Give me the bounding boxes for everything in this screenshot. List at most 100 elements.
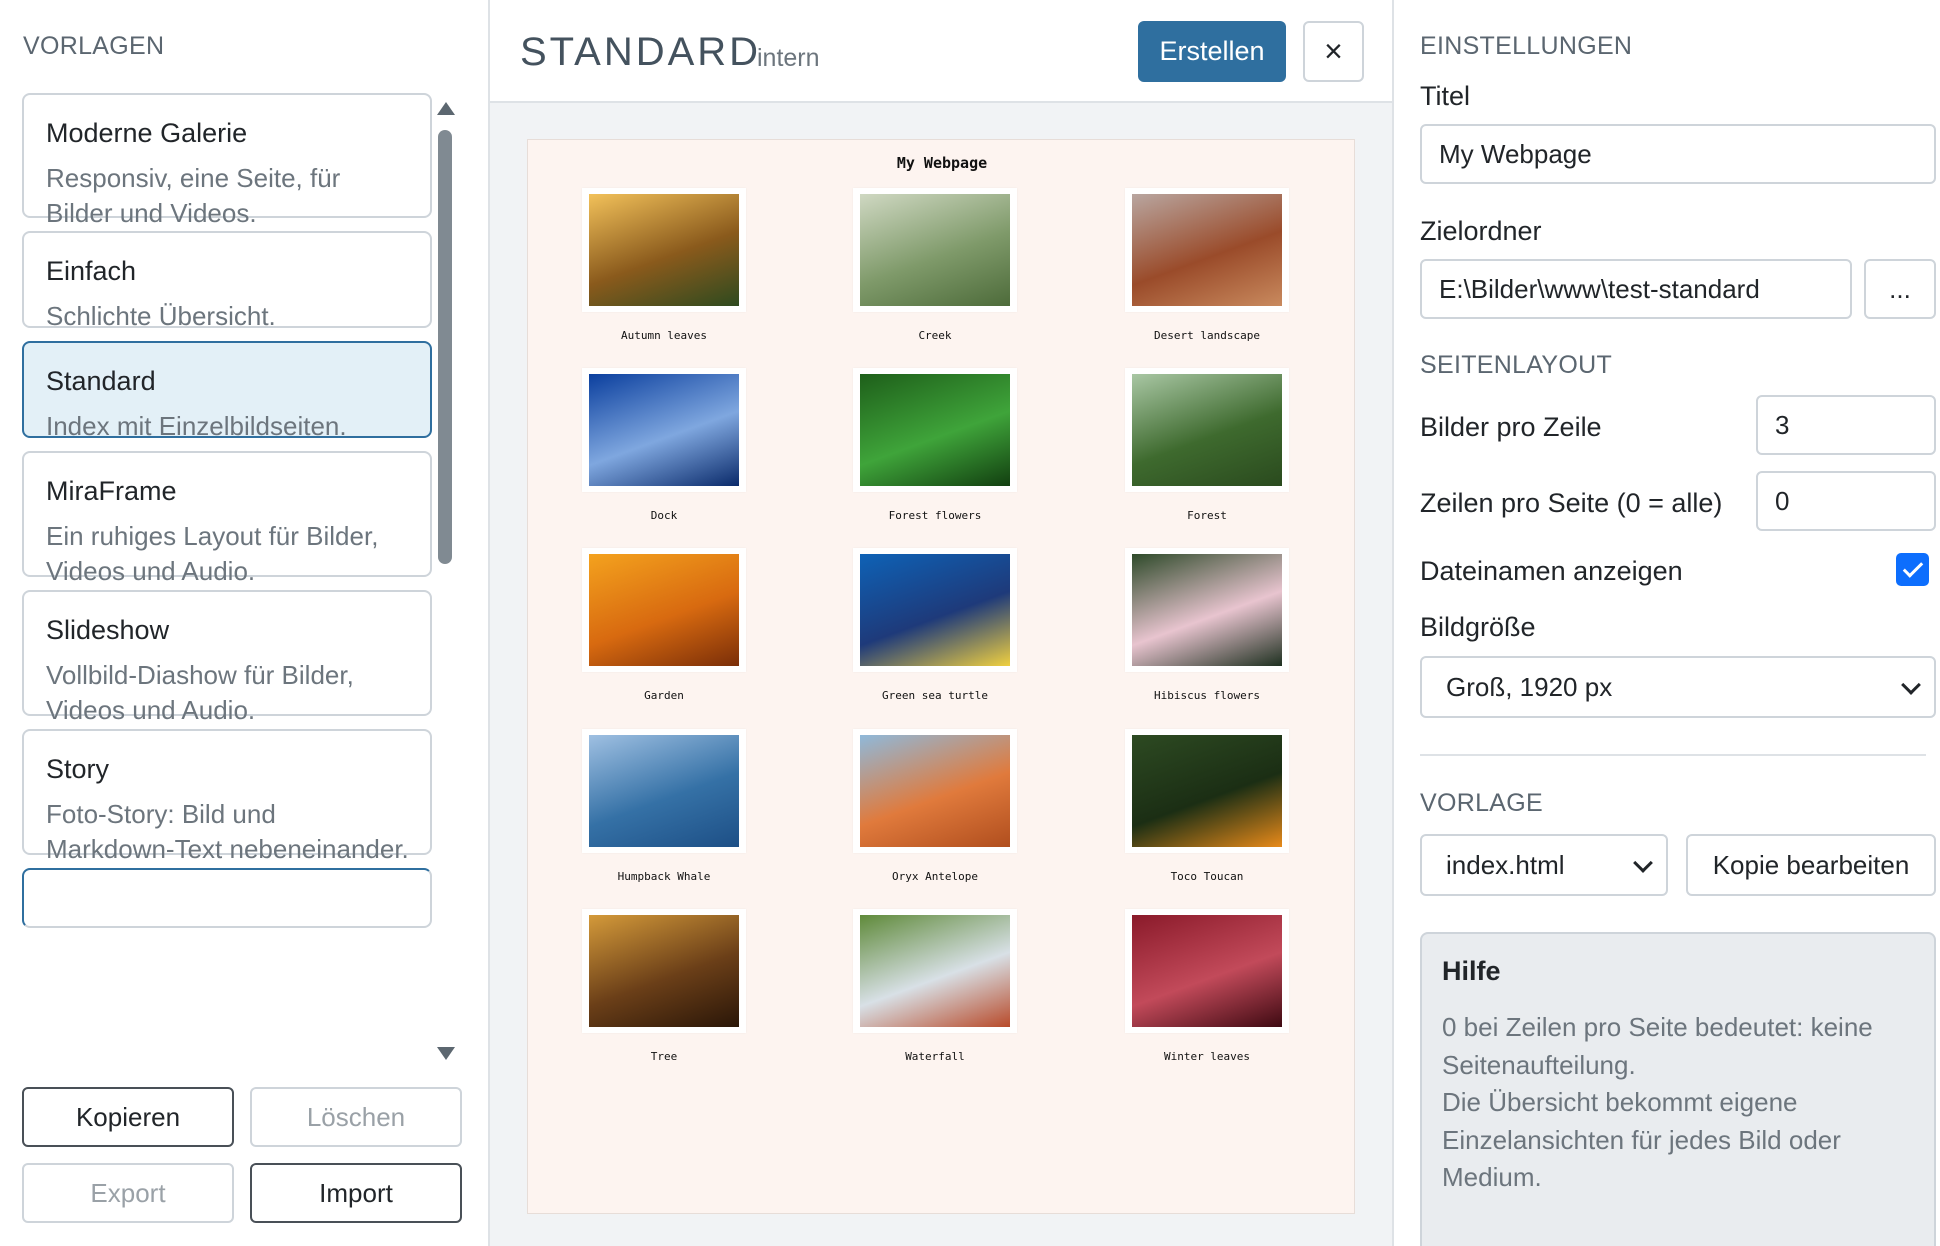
template-name: Story [46,754,110,784]
webpage-preview: My Webpage Autumn leaves Creek Desert land… [527,139,1355,1214]
template-card-story[interactable]: Story Foto-Story: Bild und Markdown-Text… [22,729,432,864]
chevron-down-icon [1901,675,1921,695]
preview-page-title: My Webpage [896,154,988,172]
template-desc: Responsiv, eine Seite, für Bilder und Vi… [46,163,341,228]
help-text: 0 bei Zeilen pro Seite bedeutet: keine S… [1442,1009,1914,1197]
title-input[interactable]: My Webpage [1420,124,1936,184]
gallery-item[interactable]: Desert landscape [1117,188,1297,342]
browse-folder-button[interactable]: ... [1864,259,1936,319]
gallery-caption: Autumn leaves [620,329,708,342]
gallery-item[interactable]: Green sea turtle [845,548,1025,702]
gallery-thumbnail[interactable] [1125,729,1289,853]
gallery-caption: Toco Toucan [1170,870,1244,883]
gallery-caption: Oryx Antelope [891,870,979,883]
help-line-1: 0 bei Zeilen pro Seite bedeutet: keine S… [1442,1012,1873,1192]
gallery-thumbnail[interactable] [582,548,746,672]
thumbnail-image [860,374,1010,486]
scroll-up-icon[interactable] [437,102,455,115]
gallery-caption: Winter leaves [1163,1050,1251,1063]
gallery-caption: Forest flowers [888,509,982,522]
gallery-thumbnail[interactable] [582,368,746,492]
divider [1420,754,1926,756]
templates-heading: VORLAGEN [23,32,165,60]
template-card-einfach[interactable]: Einfach Schlichte Übersicht. [22,231,432,331]
gallery-item[interactable]: Garden [574,548,754,702]
gallery-item[interactable]: Creek [845,188,1025,342]
thumbnail-image [1132,194,1282,306]
gallery-thumbnail[interactable] [582,909,746,1033]
edit-copy-button[interactable]: Kopie bearbeiten [1686,834,1936,896]
gallery-caption: Dock [650,509,678,522]
settings-panel: EINSTELLUNGEN Titel My Webpage Zielordne… [1394,0,1940,1246]
template-file-select[interactable]: index.html [1420,834,1668,896]
gallery-thumbnail[interactable] [853,368,1017,492]
delete-button[interactable]: Löschen [250,1087,462,1147]
thumbnail-image [1132,735,1282,847]
thumbnail-image [1132,554,1282,666]
images-per-row-input[interactable]: 3 [1756,395,1936,455]
thumbnail-image [589,374,739,486]
gallery-thumbnail[interactable] [1125,548,1289,672]
folder-input[interactable]: E:\Bilder\www\test-standard [1420,259,1852,319]
gallery-item[interactable]: Dock [574,368,754,522]
thumbnail-image [860,915,1010,1027]
template-card-moderne-galerie[interactable]: Moderne Galerie Responsiv, eine Seite, f… [22,93,432,228]
thumbnail-image [860,735,1010,847]
template-name: Moderne Galerie [46,118,248,148]
thumbnail-image [1132,374,1282,486]
template-file-value: index.html [1446,849,1565,880]
gallery-caption: Hibiscus flowers [1154,689,1260,702]
gallery-thumbnail[interactable] [1125,909,1289,1033]
gallery-item[interactable]: Humpback Whale [574,729,754,883]
image-size-select[interactable]: Groß, 1920 px [1420,656,1936,718]
gallery-caption: Garden [644,689,684,702]
gallery-thumbnail[interactable] [853,548,1017,672]
template-card-slideshow[interactable]: Slideshow Vollbild-Diashow für Bilder, V… [22,590,432,725]
import-button[interactable]: Import [250,1163,462,1223]
gallery-thumbnail[interactable] [853,188,1017,312]
gallery-item[interactable]: Forest [1117,368,1297,522]
template-card-standard[interactable]: Standard Index mit Einzelbildseiten. [22,341,432,441]
template-list-scrollbar[interactable] [435,100,455,1060]
gallery-thumbnail[interactable] [1125,368,1289,492]
gallery-caption: Tree [650,1050,678,1063]
gallery-caption: Forest [1187,509,1227,522]
template-desc: Vollbild-Diashow für Bilder, Videos und … [46,660,354,725]
gallery-item[interactable]: Waterfall [845,909,1025,1063]
gallery-thumbnail[interactable] [1125,188,1289,312]
template-heading: VORLAGE [1420,789,1543,817]
gallery-thumbnail[interactable] [582,729,746,853]
gallery-item[interactable]: Hibiscus flowers [1117,548,1297,702]
close-icon[interactable]: × [1303,21,1364,82]
create-button[interactable]: Erstellen [1138,21,1286,82]
show-filenames-checkbox[interactable] [1896,553,1929,586]
gallery-item[interactable]: Forest flowers [845,368,1025,522]
image-size-value: Groß, 1920 px [1446,671,1613,702]
template-tag: intern [757,44,820,72]
template-card-miraframe[interactable]: MiraFrame Ein ruhiges Layout für Bilder,… [22,451,432,586]
gallery-thumbnail[interactable] [853,909,1017,1033]
scrollbar-thumb[interactable] [438,130,452,564]
layout-heading: SEITENLAYOUT [1420,351,1613,379]
template-desc: Index mit Einzelbildseiten. [46,411,347,441]
thumbnail-image [589,735,739,847]
thumbnail-image [860,554,1010,666]
rows-per-page-input[interactable]: 0 [1756,471,1936,531]
gallery-caption: Humpback Whale [617,870,711,883]
templates-panel: VORLAGEN Moderne Galerie Responsiv, eine… [0,0,490,1246]
gallery-item[interactable]: Toco Toucan [1117,729,1297,883]
help-box: Hilfe 0 bei Zeilen pro Seite bedeutet: k… [1420,932,1936,1246]
gallery-item[interactable]: Winter leaves [1117,909,1297,1063]
gallery-item[interactable]: Oryx Antelope [845,729,1025,883]
template-card-partial[interactable] [22,868,432,928]
gallery-thumbnail[interactable] [582,188,746,312]
gallery-item[interactable]: Tree [574,909,754,1063]
scroll-down-icon[interactable] [437,1047,455,1060]
gallery-item[interactable]: Autumn leaves [574,188,754,342]
title-label: Titel [1420,81,1471,111]
gallery-thumbnail[interactable] [853,729,1017,853]
export-button[interactable]: Export [22,1163,234,1223]
template-name: Standard [46,366,156,396]
copy-button[interactable]: Kopieren [22,1087,234,1147]
gallery-caption: Creek [918,329,952,342]
